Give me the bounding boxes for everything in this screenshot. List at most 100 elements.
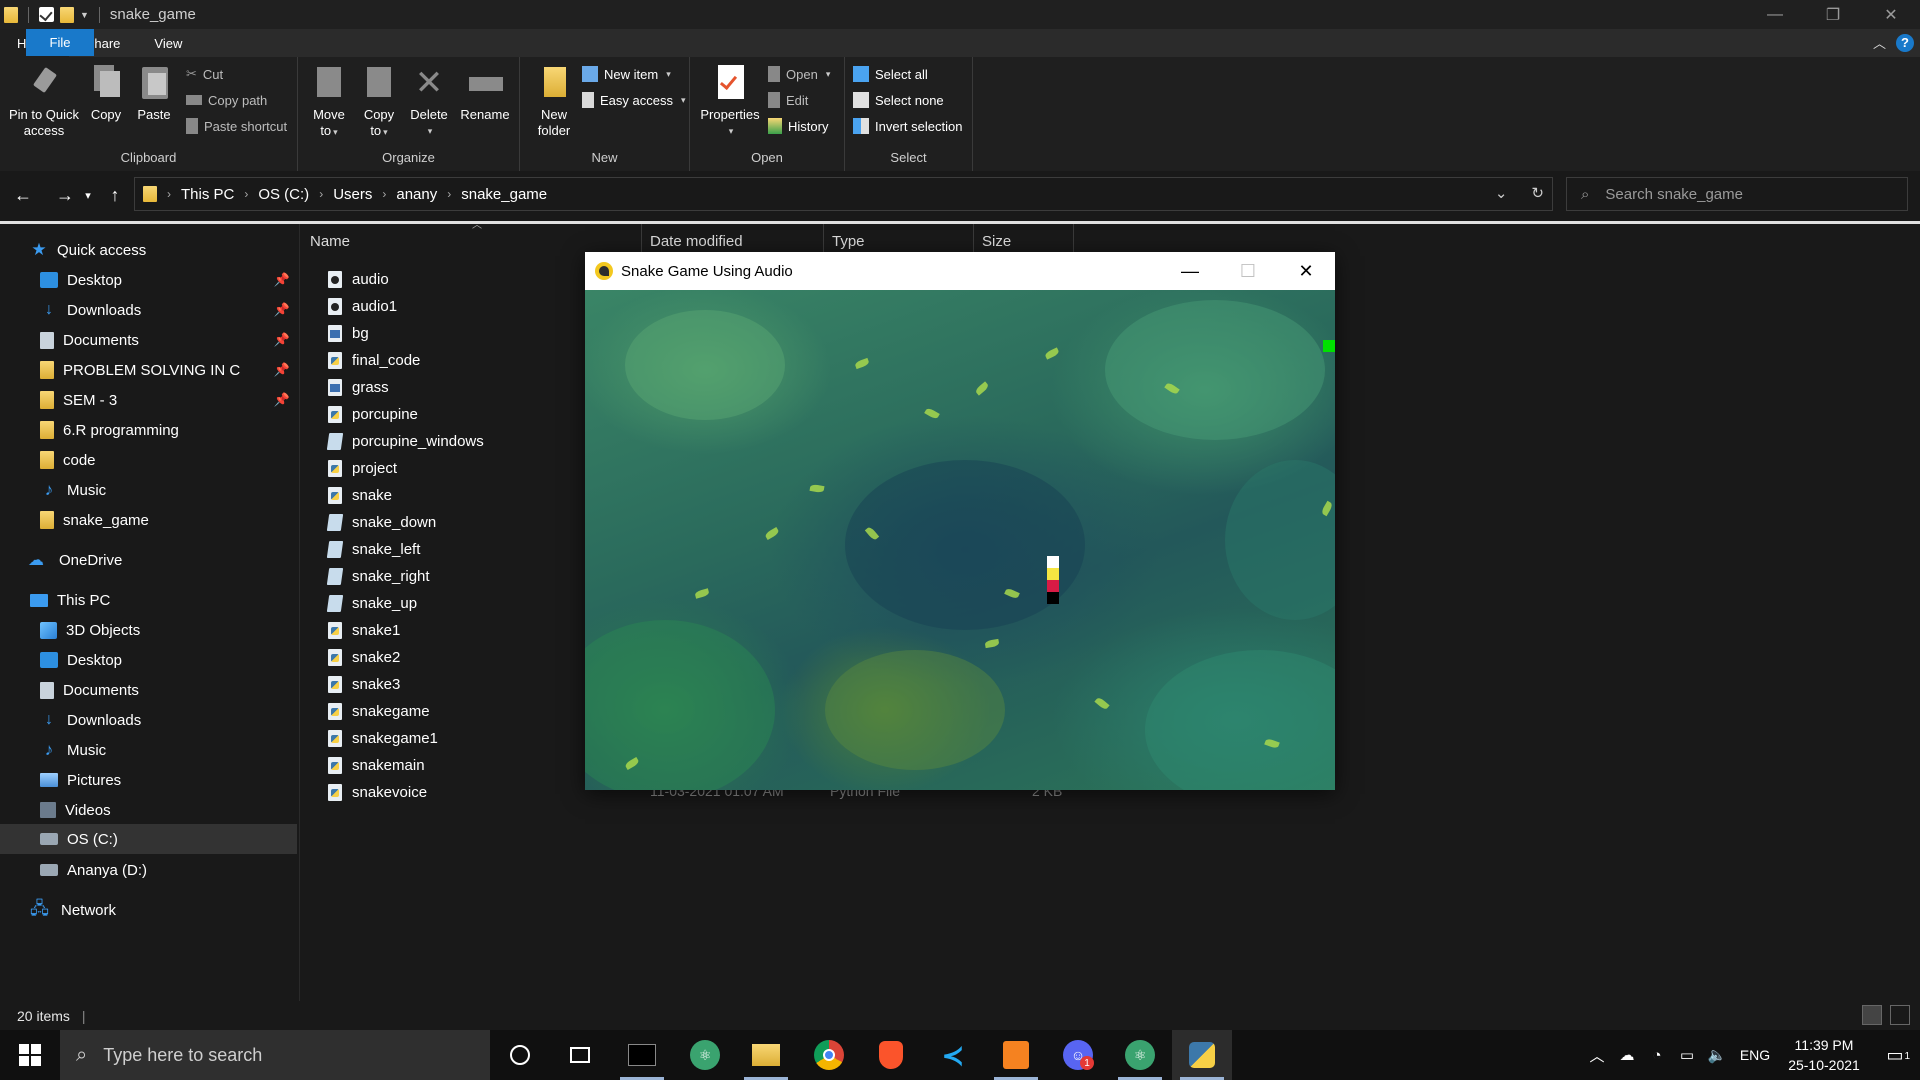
breadcrumb-this-pc[interactable]: This PC bbox=[181, 186, 234, 203]
new-item-button[interactable]: New item ▾ bbox=[582, 63, 671, 85]
battery-icon[interactable]: ▭ bbox=[1672, 1046, 1702, 1064]
minimize-button[interactable]: — bbox=[1746, 0, 1804, 29]
nav-network[interactable]: 🖧 Network bbox=[30, 895, 320, 925]
nav-pc-os-c[interactable]: OS (C:) bbox=[0, 824, 297, 854]
nav-quick-documents[interactable]: Documents 📌 bbox=[40, 325, 330, 355]
back-arrow-icon[interactable]: ← bbox=[8, 185, 38, 206]
collapse-ribbon-icon[interactable]: ︿ bbox=[1873, 33, 1886, 52]
copy-path-button[interactable]: Copy path bbox=[186, 89, 267, 111]
easy-access-button[interactable]: Easy access ▾ bbox=[582, 89, 686, 111]
move-to-button[interactable]: Move to ▾ bbox=[308, 63, 350, 140]
vscode-icon[interactable]: ≺ bbox=[923, 1030, 983, 1080]
pdf-editor-icon[interactable] bbox=[986, 1030, 1046, 1080]
task-view-icon[interactable] bbox=[550, 1030, 610, 1080]
list-item[interactable]: snake2 bbox=[328, 644, 400, 671]
brave-icon[interactable] bbox=[861, 1030, 921, 1080]
breadcrumb-users[interactable]: Users bbox=[333, 186, 372, 203]
discord-icon[interactable]: ☺ 1 bbox=[1048, 1030, 1108, 1080]
nav-quick-problem-solving[interactable]: PROBLEM SOLVING IN C 📌 bbox=[40, 355, 330, 385]
wifi-icon[interactable]: ◔ bbox=[1642, 1047, 1672, 1064]
breadcrumb-anany[interactable]: anany bbox=[396, 186, 437, 203]
details-view-icon[interactable] bbox=[1862, 1005, 1882, 1025]
close-button[interactable]: ✕ bbox=[1862, 0, 1920, 29]
nav-quick-sem3[interactable]: SEM - 3 📌 bbox=[40, 385, 330, 415]
nav-quick-desktop[interactable]: Desktop 📌 bbox=[40, 265, 330, 295]
list-item[interactable]: snake3 bbox=[328, 671, 400, 698]
pin-to-quick-access-button[interactable]: Pin to Quick access bbox=[6, 63, 82, 139]
list-item[interactable]: snakemain bbox=[328, 752, 425, 779]
select-none-button[interactable]: Select none bbox=[853, 89, 944, 111]
chrome-icon[interactable] bbox=[799, 1030, 859, 1080]
copy-button[interactable]: Copy bbox=[86, 63, 126, 123]
notification-center-icon[interactable]: ▭ 1 bbox=[1870, 1045, 1920, 1066]
list-item[interactable]: project bbox=[328, 455, 397, 482]
nav-quick-music[interactable]: ♪ Music bbox=[40, 475, 330, 505]
list-item[interactable]: porcupine bbox=[328, 401, 418, 428]
game-window[interactable]: Snake Game Using Audio — ☐ ✕ bbox=[585, 252, 1335, 790]
chevron-up-icon[interactable]: ︿ bbox=[1582, 1045, 1612, 1066]
cortana-icon[interactable] bbox=[490, 1030, 550, 1080]
customize-qat-icon[interactable]: ▼ bbox=[80, 10, 89, 20]
nav-quick-r-programming[interactable]: 6.R programming bbox=[40, 415, 330, 445]
paste-shortcut-button[interactable]: Paste shortcut bbox=[186, 115, 287, 137]
maximize-button[interactable]: ❐ bbox=[1804, 0, 1862, 29]
nav-pc-documents[interactable]: Documents bbox=[40, 675, 330, 705]
nav-quick-snake-game[interactable]: snake_game bbox=[40, 505, 330, 535]
edit-button[interactable]: Edit bbox=[768, 89, 808, 111]
nav-onedrive[interactable]: ☁ OneDrive bbox=[28, 545, 318, 575]
search-box[interactable]: ⌕ Search snake_game bbox=[1566, 177, 1908, 211]
clock[interactable]: 11:39 PM 25-10-2021 bbox=[1778, 1035, 1870, 1075]
large-icons-view-icon[interactable] bbox=[1890, 1005, 1910, 1025]
new-folder-quick-icon[interactable] bbox=[60, 6, 74, 23]
refresh-icon[interactable]: ↻ bbox=[1531, 184, 1544, 202]
nav-quick-downloads[interactable]: ↓ Downloads 📌 bbox=[40, 295, 330, 325]
onedrive-cloud-icon[interactable]: ☁ bbox=[1612, 1046, 1642, 1064]
start-button[interactable] bbox=[0, 1030, 60, 1080]
terminal-icon[interactable] bbox=[612, 1030, 672, 1080]
list-item[interactable]: snake bbox=[328, 482, 392, 509]
paste-button[interactable]: Paste bbox=[134, 63, 174, 123]
game-canvas[interactable] bbox=[585, 290, 1335, 790]
forward-arrow-icon[interactable]: → bbox=[50, 185, 80, 206]
tab-view[interactable]: View bbox=[137, 29, 199, 57]
open-button[interactable]: Open ▾ bbox=[768, 63, 830, 85]
list-item[interactable]: audio bbox=[328, 266, 389, 293]
list-item[interactable]: grass bbox=[328, 374, 389, 401]
language-indicator[interactable]: ENG bbox=[1732, 1047, 1778, 1063]
help-icon[interactable]: ? bbox=[1896, 33, 1914, 52]
nav-pc-ananya-d[interactable]: Ananya (D:) bbox=[40, 855, 330, 885]
delete-button[interactable]: ✕ Delete ▾ bbox=[408, 63, 450, 139]
list-item[interactable]: audio1 bbox=[328, 293, 397, 320]
tab-file[interactable]: File bbox=[26, 29, 94, 56]
list-item[interactable]: final_code bbox=[328, 347, 420, 374]
nav-pc-music[interactable]: ♪ Music bbox=[40, 735, 330, 765]
select-all-button[interactable]: Select all bbox=[853, 63, 928, 85]
breadcrumb-os-c[interactable]: OS (C:) bbox=[258, 186, 309, 203]
breadcrumb-snake-game[interactable]: snake_game bbox=[461, 186, 547, 203]
list-item[interactable]: snake_up bbox=[326, 590, 417, 617]
list-item[interactable]: snakevoice bbox=[328, 779, 427, 806]
properties-quick-icon[interactable] bbox=[39, 7, 54, 22]
history-button[interactable]: History bbox=[768, 115, 828, 137]
nav-pc-desktop[interactable]: Desktop bbox=[40, 645, 330, 675]
properties-button[interactable]: Properties ▾ bbox=[698, 63, 762, 139]
list-item[interactable]: snake_down bbox=[326, 509, 436, 536]
file-explorer-icon[interactable] bbox=[736, 1030, 796, 1080]
address-history-chevron-icon[interactable]: ⌄ bbox=[1495, 184, 1508, 202]
nav-pc-3d-objects[interactable]: 3D Objects bbox=[40, 615, 330, 645]
list-item[interactable]: snakegame bbox=[328, 698, 430, 725]
address-bar[interactable]: › This PC › OS (C:) › Users › anany › sn… bbox=[134, 177, 1553, 211]
nav-pc-downloads[interactable]: ↓ Downloads bbox=[40, 705, 330, 735]
invert-selection-button[interactable]: Invert selection bbox=[853, 115, 962, 137]
recent-locations-icon[interactable]: ▾ bbox=[80, 189, 96, 202]
nav-pc-pictures[interactable]: Pictures bbox=[40, 765, 330, 795]
list-item[interactable]: snake1 bbox=[328, 617, 400, 644]
nav-quick-code[interactable]: code bbox=[40, 445, 330, 475]
rename-button[interactable]: Rename bbox=[458, 63, 512, 123]
new-folder-button[interactable]: New folder bbox=[532, 63, 576, 139]
nav-quick-access[interactable]: ★ Quick access bbox=[30, 235, 320, 265]
list-item[interactable]: snake_left bbox=[326, 536, 420, 563]
list-item[interactable]: snake_right bbox=[326, 563, 430, 590]
up-arrow-icon[interactable]: ↑ bbox=[100, 185, 130, 206]
copy-to-button[interactable]: Copy to ▾ bbox=[358, 63, 400, 140]
